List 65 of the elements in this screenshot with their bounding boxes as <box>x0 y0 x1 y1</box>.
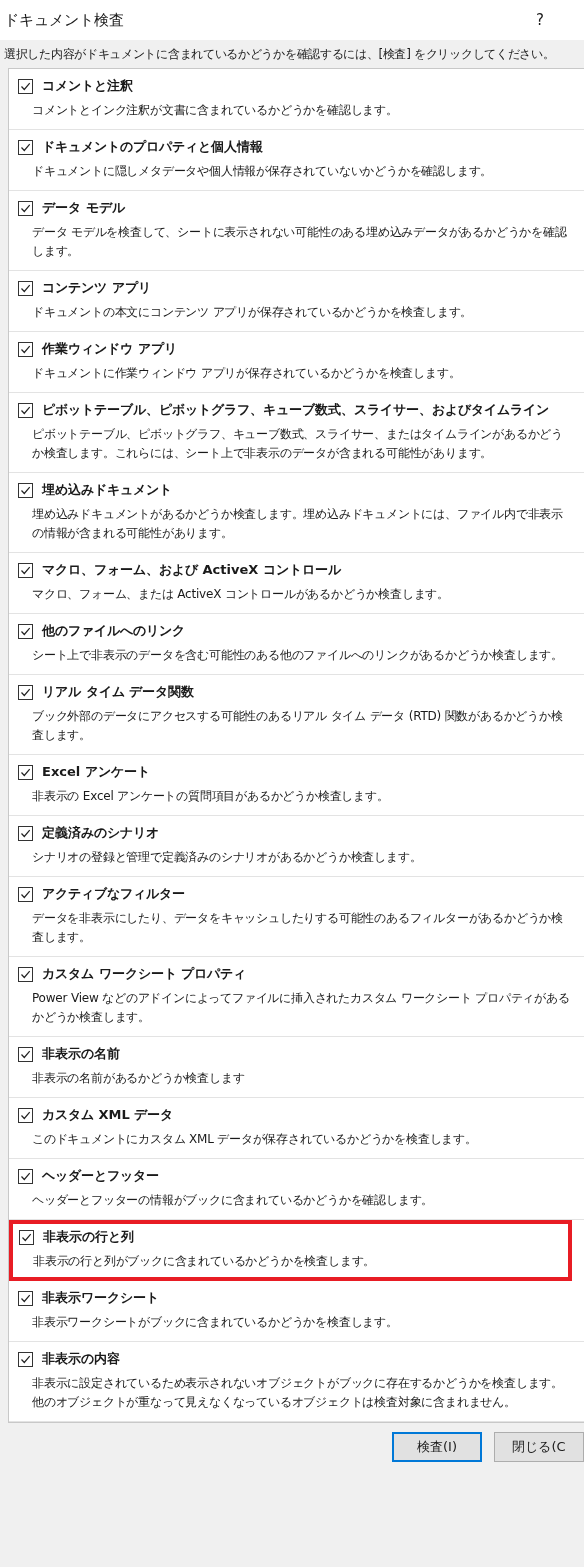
item-title: 非表示の行と列 <box>43 1228 134 1246</box>
checkbox[interactable] <box>18 280 33 296</box>
item-description: 非表示の名前があるかどうか検査します <box>32 1070 246 1087</box>
item-title: ヘッダーとフッター <box>42 1167 159 1185</box>
checkbox[interactable] <box>18 402 33 418</box>
checkbox[interactable] <box>18 341 33 357</box>
item-description: このドキュメントにカスタム XML データが保存されているかどうかを検査します。 <box>32 1131 478 1148</box>
item-description: Power View などのアドインによってファイルに挿入されたカスタム ワークシート プロパティがあるかどうか検査します。 <box>32 990 571 1026</box>
item-description: 非表示の Excel アンケートの質問項目があるかどうか検査します。 <box>32 788 390 805</box>
checkbox[interactable] <box>18 764 33 780</box>
item-description: 非表示の行と列がブックに含まれているかどうかを検査します。 <box>33 1253 377 1270</box>
item-title: カスタム XML データ <box>42 1106 174 1124</box>
checkbox[interactable] <box>18 139 33 155</box>
item-title: マクロ、フォーム、および ActiveX コントロール <box>42 561 341 579</box>
checkbox[interactable] <box>18 482 33 498</box>
item-title: カスタム ワークシート プロパティ <box>42 965 247 983</box>
item-title: コンテンツ アプリ <box>42 279 151 297</box>
item-title: 作業ウィンドウ アプリ <box>42 340 177 358</box>
item-description: マクロ、フォーム、または ActiveX コントロールがあるかどうか検査します。 <box>32 586 450 603</box>
checkbox[interactable] <box>18 562 33 578</box>
item-description: 非表示ワークシートがブックに含まれているかどうかを検査します。 <box>32 1314 399 1331</box>
checkbox[interactable] <box>18 1290 33 1306</box>
checkbox[interactable] <box>18 623 33 639</box>
checkbox[interactable] <box>18 825 33 841</box>
item-title: ピボットテーブル、ピボットグラフ、キューブ数式、スライサー、およびタイムライン <box>42 401 549 419</box>
item-description: 埋め込みドキュメントがあるかどうか検査します。埋め込みドキュメントには、ファイル内で非表示の情報が含まれる可能性があります。 <box>32 506 564 542</box>
item-title: ドキュメントのプロパティと個人情報 <box>42 138 263 156</box>
checkbox[interactable] <box>18 1046 33 1062</box>
item-title: アクティブなフィルター <box>42 885 185 903</box>
checkbox[interactable] <box>18 966 33 982</box>
item-title: 非表示の名前 <box>42 1045 120 1063</box>
item-description: データを非表示にしたり、データをキャッシュしたりする可能性のあるフィルターがあるかどうか検査します。 <box>32 910 564 946</box>
item-description: シナリオの登録と管理で定義済みのシナリオがあるかどうか検査します。 <box>32 849 423 866</box>
item-title: 非表示の内容 <box>42 1350 120 1368</box>
item-description: コメントとインク注釈が文書に含まれているかどうかを確認します。 <box>32 102 399 119</box>
item-title: 他のファイルへのリンク <box>42 622 185 640</box>
item-title: コメントと注釈 <box>42 77 133 95</box>
item-title: Excel アンケート <box>42 763 150 781</box>
checkbox[interactable] <box>18 78 33 94</box>
close-button[interactable]: 閉じる(C <box>494 1432 584 1462</box>
checkbox[interactable] <box>18 1107 33 1123</box>
help-button[interactable]: ? <box>536 11 544 29</box>
checkbox[interactable] <box>19 1229 34 1245</box>
item-title: 非表示ワークシート <box>42 1289 159 1307</box>
checkbox[interactable] <box>18 684 33 700</box>
item-description: ヘッダーとフッターの情報がブックに含まれているかどうかを確認します。 <box>32 1192 435 1209</box>
checkbox[interactable] <box>18 200 33 216</box>
item-description: 非表示に設定されているため表示されないオブジェクトがブックに存在するかどうかを検査します。他のオブジェクトが重なって見えなくなっているオブジェクトは検査対象に含まれません。 <box>32 1375 564 1411</box>
item-description: ドキュメントの本文にコンテンツ アプリが保存されているかどうかを検査します。 <box>32 304 474 321</box>
instruction-text: 選択した内容がドキュメントに含まれているかどうかを確認するには、[検査] をクリックしてください。 <box>3 46 556 63</box>
item-description: ドキュメントに作業ウィンドウ アプリが保存されているかどうかを検査します。 <box>32 365 462 382</box>
checkbox[interactable] <box>18 1168 33 1184</box>
item-description: シート上で非表示のデータを含む可能性のある他のファイルへのリンクがあるかどうか検査します。 <box>32 647 564 664</box>
inspect-button[interactable]: 検査(I) <box>392 1432 482 1462</box>
checkbox[interactable] <box>18 886 33 902</box>
item-description: ブック外部のデータにアクセスする可能性のあるリアル タイム データ (RTD) 関数があるかどうか検査します。 <box>32 708 564 744</box>
item-title: リアル タイム データ関数 <box>42 683 195 701</box>
item-description: データ モデルを検査して、シートに表示されない可能性のある埋め込みデータがあるかどうかを確認します。 <box>32 224 568 260</box>
checkbox[interactable] <box>18 1351 33 1367</box>
window-title: ドキュメント検査 <box>4 10 124 30</box>
item-title: 埋め込みドキュメント <box>42 481 172 499</box>
item-title: データ モデル <box>42 199 125 217</box>
item-description: ピボットテーブル、ピボットグラフ、キューブ数式、スライサー、またはタイムラインがあるかどうか検査します。これらには、シート上で非表示のデータが含まれる可能性があります。 <box>32 426 564 462</box>
item-title: 定義済みのシナリオ <box>42 824 159 842</box>
item-description: ドキュメントに隠しメタデータや個人情報が保存されていないかどうかを確認します。 <box>32 163 494 180</box>
